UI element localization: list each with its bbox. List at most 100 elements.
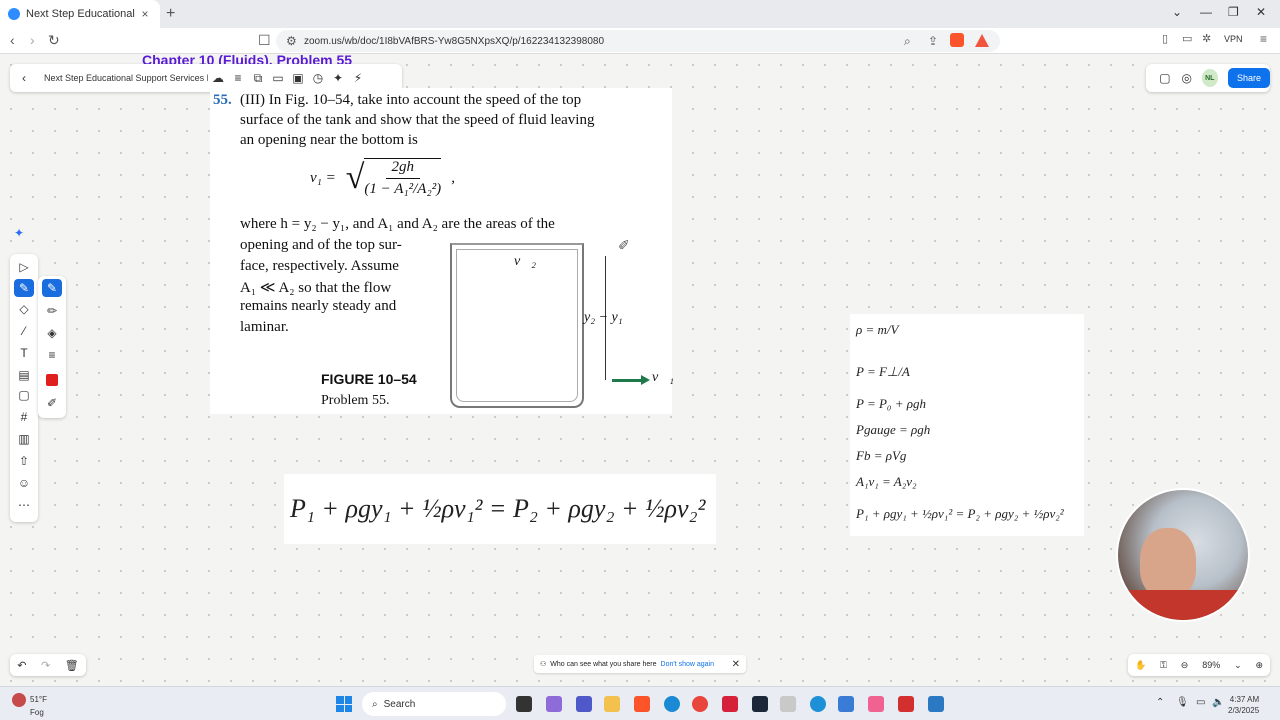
webcam-video[interactable] — [1116, 488, 1250, 622]
line-icon[interactable]: ⁄ — [10, 324, 38, 338]
redo-icon[interactable]: ↷ — [41, 659, 50, 672]
brave-rewards-icon[interactable] — [975, 33, 989, 47]
menu-icon[interactable]: ≡ — [1260, 32, 1267, 46]
more-icon[interactable]: ⋯ — [10, 498, 38, 512]
sticky-note-icon[interactable]: ▤ — [10, 368, 38, 382]
weather-icon — [12, 693, 26, 707]
file-explorer-icon[interactable] — [604, 696, 620, 712]
weather-widget[interactable]: 51°F Fog — [12, 693, 47, 718]
site-info-icon[interactable]: ⚙ — [286, 34, 297, 48]
zoom-level[interactable]: 89% — [1202, 660, 1220, 670]
tray-chevron-icon[interactable]: ⌃ — [1156, 697, 1164, 708]
start-button[interactable] — [336, 696, 352, 712]
cloud-save-icon[interactable]: ☁ — [208, 71, 228, 85]
edge-icon[interactable] — [664, 696, 680, 712]
share-page-icon[interactable]: ⇪ — [928, 34, 938, 48]
pen-icon[interactable]: ✎ — [14, 279, 34, 297]
eraser-icon[interactable]: ◈ — [38, 326, 66, 340]
text-icon[interactable]: T — [10, 346, 38, 360]
lock-icon[interactable]: ⚿ — [1160, 660, 1167, 671]
menu-icon[interactable]: ≡ — [228, 71, 248, 85]
tab-title: Next Step Educational Support — [26, 8, 138, 20]
share-button[interactable]: Share — [1227, 68, 1271, 88]
user-avatar[interactable]: NL — [1201, 69, 1218, 87]
upload-icon[interactable]: ⇧ — [10, 454, 38, 468]
app-icon[interactable] — [928, 696, 944, 712]
new-tab-button[interactable]: + — [166, 5, 175, 23]
tab-zoom-whiteboard[interactable]: Next Step Educational Support × — [0, 0, 160, 28]
zoom-lens-icon[interactable]: ⌕ — [904, 34, 911, 49]
tab-close-icon[interactable]: × — [138, 7, 152, 21]
formula-sheet[interactable]: ρ = m/V P = F⊥/A P = P₀ + ρgh Pgauge = ρ… — [850, 314, 1084, 536]
close-window-icon[interactable]: ✕ — [1256, 5, 1266, 19]
volume-icon[interactable]: 🔈 — [1212, 697, 1224, 708]
url-input[interactable]: ⚙ zoom.us/wb/doc/1I8bVAfBRS-Yw8G5NXpsXQ/… — [276, 30, 1000, 52]
maximize-icon[interactable]: ❐ — [1228, 5, 1239, 19]
close-notice-icon[interactable]: ✕ — [732, 659, 740, 670]
reload-icon[interactable]: ↻ — [48, 32, 60, 49]
color-swatch[interactable] — [46, 374, 58, 386]
windows-taskbar: 51°F Fog ⌕ Search ⌃ 🎙 ▭ 🔈 4:37 AM 2/3/20… — [0, 686, 1280, 720]
tab-list-chevron-icon[interactable]: ⌄ — [1172, 5, 1182, 19]
chat-icon[interactable]: ▢ — [1154, 71, 1176, 85]
trash-icon[interactable]: 🗑 — [65, 659, 79, 672]
app-icon[interactable] — [722, 696, 738, 712]
board-icon[interactable]: ▣ — [288, 71, 308, 85]
color-picker-icon[interactable]: ✐ — [38, 396, 66, 410]
task-view-icon[interactable] — [516, 696, 532, 712]
shapes-icon[interactable]: ◇ — [10, 302, 38, 316]
vpn-button[interactable]: VPN — [1224, 34, 1243, 44]
app-icon[interactable] — [810, 696, 826, 712]
doc-title[interactable]: Next Step Educational Support Services L… — [38, 73, 208, 83]
frame-icon[interactable]: # — [10, 410, 38, 424]
brave-shields-icon[interactable] — [950, 33, 964, 47]
steam-icon[interactable] — [752, 696, 768, 712]
calculator-icon[interactable] — [838, 696, 854, 712]
back-icon[interactable]: ‹ — [10, 32, 15, 48]
zoom-chevron-icon[interactable]: ⌄ — [1234, 660, 1242, 671]
pencil-icon[interactable]: ✏ — [38, 304, 66, 318]
zoom-out-icon[interactable]: ⊖ — [1181, 660, 1189, 671]
reactions-icon[interactable]: ◎ — [1176, 71, 1198, 85]
dont-show-again-link[interactable]: Don't show again — [661, 661, 714, 668]
formula-sqrt: √ 2gh (1 − A₁²/A₂²) — [346, 158, 442, 198]
emoji-icon[interactable]: ☺ — [10, 476, 38, 490]
taskbar-search[interactable]: ⌕ Search — [362, 692, 506, 716]
ai-sparkle-icon[interactable]: ✦ — [14, 226, 24, 240]
wallet-icon[interactable]: ▭ — [1182, 32, 1192, 45]
hand-icon[interactable]: ✋ — [1135, 660, 1146, 671]
formula-lhs: v₁ = — [310, 169, 336, 186]
zoom-in-icon[interactable]: ⊕ — [1256, 660, 1264, 671]
music-icon[interactable] — [868, 696, 884, 712]
brave-icon[interactable] — [634, 696, 650, 712]
extensions-icon[interactable]: ✲ — [1202, 32, 1211, 45]
network-icon[interactable]: ▭ — [1196, 697, 1205, 708]
undo-icon[interactable]: ↶ — [17, 659, 26, 672]
problem-image[interactable]: 55. (III) In Fig. 10–54, take into accou… — [210, 88, 674, 414]
minimize-icon[interactable]: — — [1200, 5, 1212, 19]
back-button[interactable]: ‹ — [10, 71, 38, 85]
sidebar-icon[interactable]: ▯ — [1162, 32, 1168, 45]
teams-icon[interactable] — [576, 696, 592, 712]
bernoulli-equation[interactable]: P₁ + ρgy₁ + ½ρv₁² = P₂ + ρgy₂ + ½ρv₂² — [284, 474, 716, 544]
forward-icon[interactable]: › — [30, 32, 35, 48]
pages-icon[interactable]: ⧉ — [248, 71, 268, 86]
microphone-icon[interactable]: 🎙 — [1176, 697, 1189, 708]
stroke-width-icon[interactable]: ≡ — [38, 348, 66, 362]
marker-icon[interactable]: ✎ — [42, 279, 62, 297]
chrome-icon[interactable] — [692, 696, 708, 712]
bookmark-icon[interactable]: ☐ — [258, 32, 271, 49]
template-icon[interactable]: ▥ — [10, 432, 38, 446]
copilot-icon[interactable] — [546, 696, 562, 712]
timer-icon[interactable]: ◷ — [308, 71, 328, 85]
magic-icon[interactable]: ⚡ — [348, 71, 368, 85]
select-icon[interactable]: ▷ — [10, 260, 38, 274]
apps-icon[interactable]: ✦ — [328, 71, 348, 85]
comment-icon[interactable]: ▢ — [10, 388, 38, 402]
present-icon[interactable]: ▭ — [268, 71, 288, 85]
pencil-cursor-icon: ✐ — [618, 239, 630, 254]
problem-line: where h = y₂ − y₁, and A₁ and A₂ are the… — [240, 216, 555, 232]
system-clock[interactable]: 4:37 AM 2/3/2025 — [1228, 694, 1259, 716]
acrobat-icon[interactable] — [898, 696, 914, 712]
app-icon[interactable] — [780, 696, 796, 712]
